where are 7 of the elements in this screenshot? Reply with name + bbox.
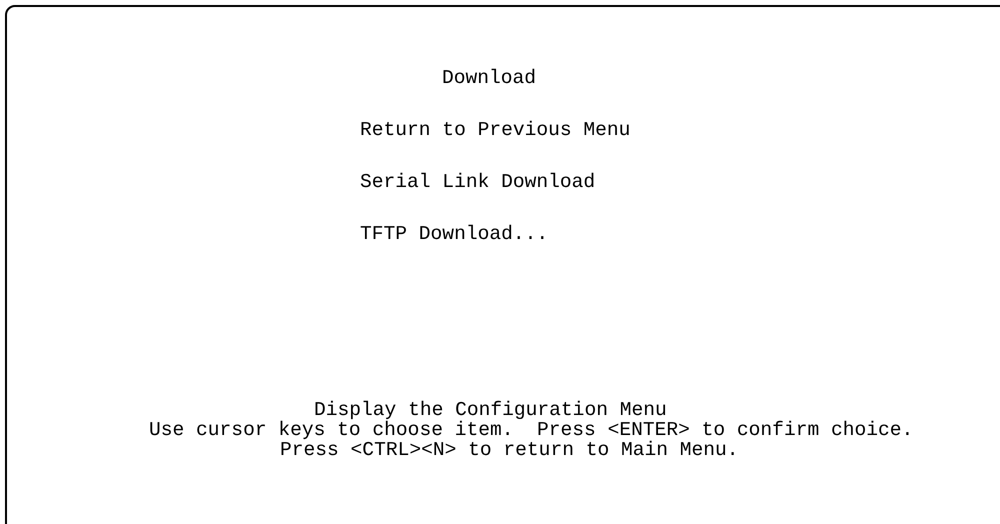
menu-item[interactable]: TFTP Download... — [360, 224, 548, 244]
help-text: Press <CTRL><N> to return to Main Menu. — [280, 440, 739, 460]
screen-title: Download — [442, 68, 536, 88]
item-description: Display the Configuration Menu — [314, 400, 667, 420]
help-text: Use cursor keys to choose item. Press <ENTER> to confirm choice. — [149, 420, 914, 440]
menu-item[interactable]: Serial Link Download — [360, 172, 596, 192]
menu-item[interactable]: Return to Previous Menu — [360, 120, 630, 140]
